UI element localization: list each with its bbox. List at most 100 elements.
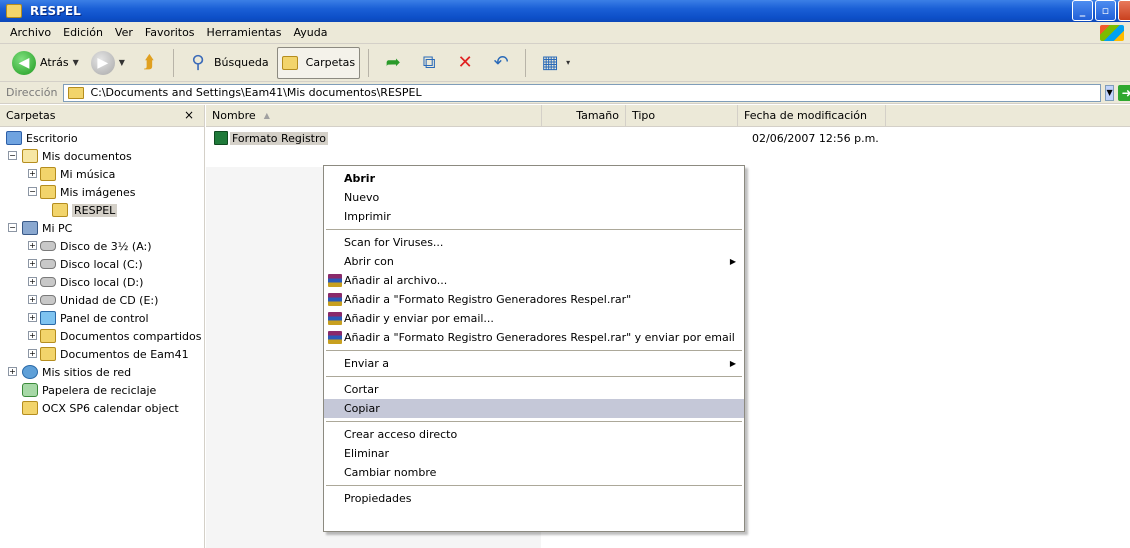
menu-divider bbox=[326, 485, 742, 486]
go-arrow-icon: ➜ bbox=[1117, 84, 1130, 101]
search-button[interactable]: ⚲ Búsqueda bbox=[182, 47, 273, 79]
expand-icon[interactable]: + bbox=[28, 169, 37, 178]
maximize-button[interactable]: ▫ bbox=[1095, 0, 1116, 21]
expand-icon[interactable]: + bbox=[8, 367, 17, 376]
menu-item-propiedades[interactable]: Propiedades bbox=[324, 489, 744, 508]
up-folder-icon: ⮭ bbox=[143, 52, 155, 73]
menu-item-enviar-a[interactable]: Enviar a ▶ bbox=[324, 354, 744, 373]
menu-item-scan[interactable]: Scan for Viruses... bbox=[324, 233, 744, 252]
collapse-icon[interactable]: − bbox=[8, 151, 17, 160]
views-button[interactable]: ▦ ▾ bbox=[534, 47, 574, 79]
chevron-down-icon[interactable]: ▾ bbox=[566, 58, 570, 67]
tree-item-papelera[interactable]: Papelera de reciclaje bbox=[0, 381, 204, 399]
menu-edicion[interactable]: Edición bbox=[57, 26, 109, 39]
menu-item-anadir-archivo[interactable]: Añadir al archivo... bbox=[324, 271, 744, 290]
address-dropdown-icon[interactable]: ▼ bbox=[1105, 84, 1114, 101]
menu-item-copiar[interactable]: Copiar bbox=[324, 399, 744, 418]
expand-icon[interactable]: + bbox=[28, 259, 37, 268]
tree-item-sitios-red[interactable]: + Mis sitios de red bbox=[0, 363, 204, 381]
menu-item-anadir-rar[interactable]: Añadir a "Formato Registro Generadores R… bbox=[324, 290, 744, 309]
menu-item-cortar[interactable]: Cortar bbox=[324, 380, 744, 399]
chevron-down-icon[interactable]: ▼ bbox=[73, 58, 79, 67]
tree-item-mi-pc[interactable]: − Mi PC bbox=[0, 219, 204, 237]
menu-item-imprimir[interactable]: Imprimir bbox=[324, 207, 744, 226]
toolbar-divider bbox=[525, 48, 527, 77]
menu-item-abrir-con[interactable]: Abrir con ▶ bbox=[324, 252, 744, 271]
expand-icon[interactable]: + bbox=[28, 313, 37, 322]
column-header-size[interactable]: Tamaño bbox=[542, 104, 626, 127]
delete-button[interactable]: ✕ bbox=[449, 47, 481, 79]
file-modified: 02/06/2007 12:56 p.m. bbox=[752, 131, 879, 145]
tree-item-ocx[interactable]: OCX SP6 calendar object bbox=[0, 399, 204, 417]
winrar-icon bbox=[328, 331, 342, 344]
menu-item-eliminar[interactable]: Eliminar bbox=[324, 444, 744, 463]
window-controls: _ ▫ bbox=[1072, 0, 1130, 21]
expand-icon[interactable]: + bbox=[28, 331, 37, 340]
menu-herramientas[interactable]: Herramientas bbox=[201, 26, 288, 39]
expand-icon[interactable]: + bbox=[28, 277, 37, 286]
minimize-button[interactable]: _ bbox=[1072, 0, 1093, 21]
menu-item-cambiar-nombre[interactable]: Cambiar nombre bbox=[324, 463, 744, 482]
undo-button[interactable]: ↶ bbox=[485, 47, 517, 79]
folders-label: Carpetas bbox=[305, 56, 356, 69]
column-name-label: Nombre bbox=[212, 109, 256, 122]
tree-item-escritorio[interactable]: Escritorio bbox=[0, 129, 204, 147]
toolbar-divider bbox=[368, 48, 370, 77]
close-icon[interactable]: × bbox=[184, 108, 194, 122]
menu-ver[interactable]: Ver bbox=[109, 26, 139, 39]
file-name: Formato Registro bbox=[230, 131, 328, 145]
forward-button[interactable]: ▶ ▼ bbox=[87, 47, 129, 79]
menu-divider bbox=[326, 229, 742, 230]
file-name-cell: Formato Registro bbox=[228, 131, 328, 145]
chevron-down-icon[interactable]: ▼ bbox=[119, 58, 125, 67]
copy-to-button[interactable]: ⧉ bbox=[413, 47, 445, 79]
menu-ayuda[interactable]: Ayuda bbox=[287, 26, 333, 39]
close-button[interactable] bbox=[1118, 0, 1130, 21]
recycle-bin-icon bbox=[22, 383, 38, 397]
copy-to-icon: ⧉ bbox=[422, 52, 436, 73]
menu-item-anadir-rar-email[interactable]: Añadir a "Formato Registro Generadores R… bbox=[324, 328, 744, 347]
address-label: Dirección bbox=[6, 86, 58, 99]
file-row[interactable]: Formato Registro 02/06/2007 12:56 p.m. bbox=[206, 129, 1130, 147]
folders-button[interactable]: Carpetas bbox=[276, 46, 361, 79]
documents-icon bbox=[22, 149, 38, 163]
collapse-icon[interactable]: − bbox=[8, 223, 17, 232]
back-button[interactable]: ◀ Atrás ▼ bbox=[8, 47, 83, 79]
address-input[interactable]: C:\Documents and Settings\Eam41\Mis docu… bbox=[63, 83, 1102, 102]
menu-item-nuevo[interactable]: Nuevo bbox=[324, 188, 744, 207]
menu-item-label: Abrir con bbox=[344, 255, 394, 268]
collapse-icon[interactable]: − bbox=[28, 187, 37, 196]
column-header-modified[interactable]: Fecha de modificación bbox=[738, 104, 886, 127]
column-header-type[interactable]: Tipo bbox=[626, 104, 738, 127]
windows-logo-icon bbox=[1100, 25, 1124, 41]
tree-item-panel-control[interactable]: + Panel de control bbox=[0, 309, 204, 327]
menu-archivo[interactable]: Archivo bbox=[4, 26, 57, 39]
tree-item-documentos-eam41[interactable]: + Documentos de Eam41 bbox=[0, 345, 204, 363]
menu-item-anadir-email[interactable]: Añadir y enviar por email... bbox=[324, 309, 744, 328]
window-title: RESPEL bbox=[30, 4, 81, 18]
tree-item-unidad-cd[interactable]: + Unidad de CD (E:) bbox=[0, 291, 204, 309]
folder-icon bbox=[68, 86, 85, 99]
tree-item-documentos-compartidos[interactable]: + Documentos compartidos bbox=[0, 327, 204, 345]
expand-icon[interactable]: + bbox=[28, 295, 37, 304]
column-header-name[interactable]: Nombre ▲ bbox=[206, 104, 542, 127]
up-folder-button[interactable]: ⮭ bbox=[133, 47, 165, 79]
tree-item-disco-c[interactable]: + Disco local (C:) bbox=[0, 255, 204, 273]
expand-icon[interactable]: + bbox=[28, 241, 37, 250]
tree-item-mis-documentos[interactable]: − Mis documentos bbox=[0, 147, 204, 165]
menu-item-acceso-directo[interactable]: Crear acceso directo bbox=[324, 425, 744, 444]
move-to-button[interactable]: ➦ bbox=[377, 47, 409, 79]
tree-item-disco-a[interactable]: + Disco de 3½ (A:) bbox=[0, 237, 204, 255]
tree-item-mis-imagenes[interactable]: − Mis imágenes bbox=[0, 183, 204, 201]
menu-favoritos[interactable]: Favoritos bbox=[139, 26, 201, 39]
tree-item-respel[interactable]: RESPEL bbox=[0, 201, 204, 219]
menu-item-abrir[interactable]: Abrir bbox=[324, 169, 744, 188]
folders-pane: Carpetas × Escritorio − Mis documentos +… bbox=[0, 105, 205, 548]
expand-icon[interactable]: + bbox=[28, 349, 37, 358]
go-button[interactable]: ➜ Ir bbox=[1117, 84, 1130, 101]
menu-item-label: Añadir a "Formato Registro Generadores R… bbox=[344, 293, 632, 306]
floppy-drive-icon bbox=[40, 241, 56, 251]
tree-item-disco-d[interactable]: + Disco local (D:) bbox=[0, 273, 204, 291]
pictures-folder-icon bbox=[40, 185, 56, 199]
tree-item-mi-musica[interactable]: + Mi música bbox=[0, 165, 204, 183]
